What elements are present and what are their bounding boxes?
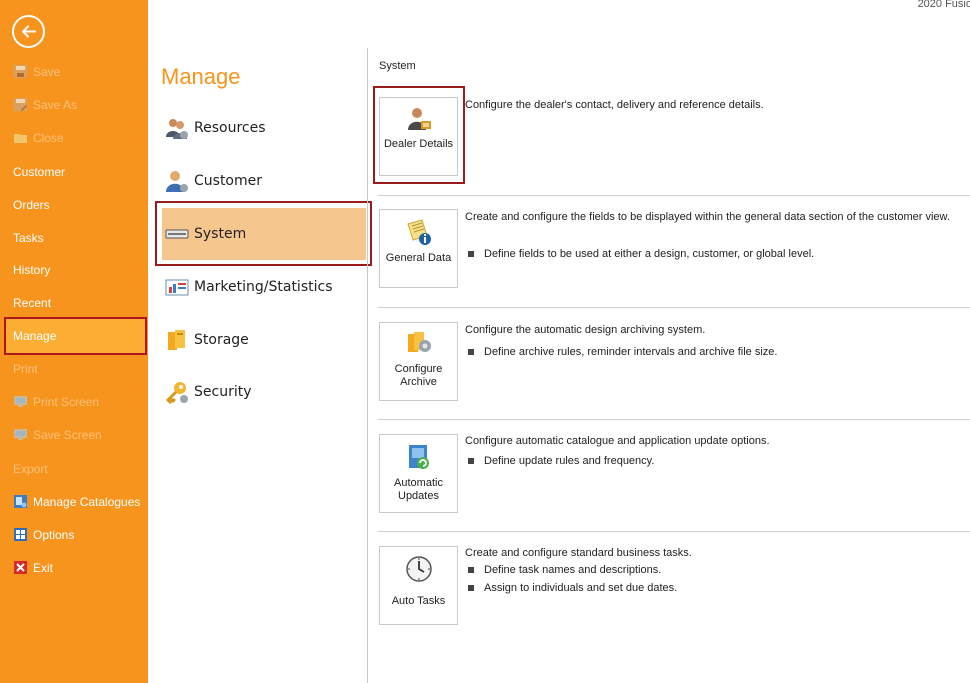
menu-print-screen-label: Print Screen <box>33 394 100 409</box>
menu-save-screen-label: Save Screen <box>33 427 102 442</box>
storage-icon <box>168 330 185 350</box>
column-divider <box>367 48 368 683</box>
resources-icon <box>166 119 188 139</box>
menu-customer[interactable]: Customer <box>0 155 148 188</box>
menu-orders[interactable]: Orders <box>0 188 148 221</box>
category-system[interactable]: System <box>165 220 246 248</box>
backstage-menu: Save Save As Close Customer Orders Tasks… <box>0 0 148 683</box>
tile-auto-tasks[interactable]: Auto Tasks <box>379 546 458 625</box>
category-marketing-statistics[interactable]: Marketing/Statistics <box>165 273 333 301</box>
tile-configure-archive-text: Configure Archive <box>394 363 443 388</box>
update-icon <box>408 445 429 469</box>
category-system-label: System <box>194 226 247 242</box>
category-storage-label: Storage <box>194 332 249 348</box>
menu-export-label: Export <box>13 461 48 476</box>
section-divider <box>378 419 970 420</box>
app-window: Save Save As Close Customer Orders Tasks… <box>0 0 970 683</box>
tile-configure-archive[interactable]: Configure Archive <box>379 322 458 401</box>
menu-save-screen[interactable]: Save Screen <box>0 418 148 451</box>
save-icon <box>14 65 27 78</box>
menu-options[interactable]: Options <box>0 518 148 551</box>
menu-tasks[interactable]: Tasks <box>0 221 148 254</box>
system-icon <box>165 229 189 239</box>
menu-manage[interactable]: Manage <box>4 317 147 355</box>
menu-print-label: Print <box>13 361 38 376</box>
tile-dealer-details-highlight <box>373 86 465 184</box>
menu-exit[interactable]: Exit <box>0 551 148 584</box>
key-icon <box>165 382 188 404</box>
menu-recent[interactable]: Recent <box>0 286 148 319</box>
menu-save-label: Save <box>33 64 61 79</box>
general-data-bullet-1: Define fields to be used at either a des… <box>468 248 814 260</box>
manage-title: Manage <box>161 64 241 89</box>
menu-options-label: Options <box>33 527 75 542</box>
catalogue-icon <box>14 495 27 508</box>
menu-recent-label: Recent <box>13 295 52 310</box>
automatic-updates-bullet-1: Define update rules and frequency. <box>468 455 654 467</box>
menu-close-label: Close <box>33 130 64 145</box>
category-resources-label: Resources <box>194 120 266 136</box>
tile-general-data-label: General Data <box>385 252 452 264</box>
options-icon <box>14 528 27 541</box>
menu-manage-catalogues[interactable]: Manage Catalogues <box>0 485 148 518</box>
section-divider <box>378 307 970 308</box>
category-customer-label: Customer <box>194 173 263 189</box>
category-security-label: Security <box>194 384 252 400</box>
print-screen-icon <box>14 396 27 407</box>
menu-print[interactable]: Print <box>0 352 148 385</box>
folder-icon <box>14 134 27 143</box>
menu-close[interactable]: Close <box>0 121 148 154</box>
app-title: 2020 Fusio <box>917 0 970 10</box>
save-as-icon <box>14 98 27 111</box>
menu-save-as[interactable]: Save As <box>0 88 148 121</box>
category-security[interactable]: Security <box>165 378 252 406</box>
menu-print-screen[interactable]: Print Screen <box>0 385 148 418</box>
category-resources[interactable]: Resources <box>165 114 266 142</box>
general-data-description: Create and configure the fields to be di… <box>465 211 950 223</box>
dealer-details-description: Configure the dealer's contact, delivery… <box>465 99 764 111</box>
menu-export[interactable]: Export <box>0 452 148 485</box>
customer-icon <box>166 171 188 192</box>
menu-exit-label: Exit <box>33 560 54 575</box>
tile-automatic-updates[interactable]: Automatic Updates <box>379 434 458 513</box>
back-arrow-icon <box>22 25 36 38</box>
general-data-icon <box>406 219 431 245</box>
tile-automatic-updates-label: Automatic Updates <box>390 477 448 503</box>
menu-orders-label: Orders <box>13 197 50 212</box>
auto-tasks-bullet-1: Define task names and descriptions. <box>468 564 661 576</box>
exit-icon <box>14 561 27 574</box>
menu-history-label: History <box>13 262 51 277</box>
automatic-updates-description: Configure automatic catalogue and applic… <box>465 435 770 447</box>
section-divider <box>378 531 970 532</box>
save-screen-icon <box>14 429 27 440</box>
section-divider <box>378 195 970 196</box>
archive-icon <box>407 332 431 352</box>
chart-icon <box>165 279 189 296</box>
category-storage[interactable]: Storage <box>165 326 249 354</box>
configure-archive-bullet-1: Define archive rules, reminder intervals… <box>468 346 777 358</box>
menu-save[interactable]: Save <box>0 55 148 88</box>
category-customer[interactable]: Customer <box>165 167 262 195</box>
menu-history[interactable]: History <box>0 253 148 286</box>
auto-tasks-description: Create and configure standard business t… <box>465 547 692 559</box>
tile-automatic-updates-text: Automatic Updates <box>394 477 443 502</box>
tile-configure-archive-label: Configure Archive <box>390 363 448 389</box>
tile-general-data[interactable]: General Data <box>379 209 458 288</box>
clock-icon <box>405 556 432 582</box>
back-button[interactable] <box>12 15 45 48</box>
menu-tasks-label: Tasks <box>13 230 44 245</box>
tile-auto-tasks-label: Auto Tasks <box>391 595 446 607</box>
category-marketing-statistics-label: Marketing/Statistics <box>194 279 333 295</box>
section-title: System <box>379 60 416 72</box>
auto-tasks-bullet-2: Assign to individuals and set due dates. <box>468 582 677 594</box>
menu-manage-label: Manage <box>13 329 57 343</box>
menu-save-as-label: Save As <box>33 97 78 112</box>
menu-manage-catalogues-label: Manage Catalogues <box>33 494 141 509</box>
configure-archive-description: Configure the automatic design archiving… <box>465 324 706 336</box>
menu-customer-label: Customer <box>13 164 66 179</box>
